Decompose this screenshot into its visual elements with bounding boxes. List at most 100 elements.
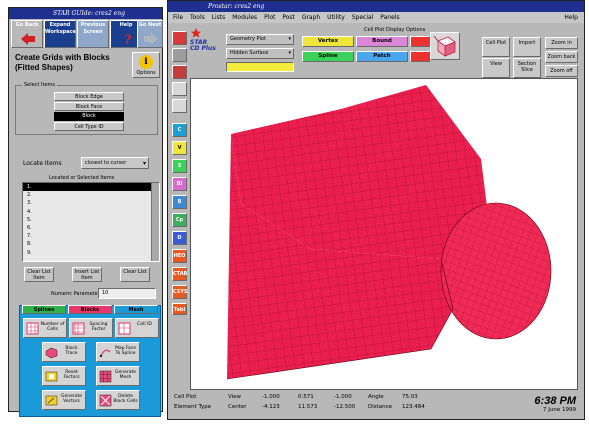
side-tool-2[interactable] <box>172 48 187 62</box>
expand-workspace-label: Expand Workspace <box>45 22 76 35</box>
menu-lists[interactable]: Lists <box>212 14 226 21</box>
block-trace-button[interactable]: Block Trace <box>42 342 86 362</box>
generate-mesh-button[interactable]: Generate Mesh <box>96 366 140 386</box>
located-items-list[interactable]: 1. 2. 3. 4. 5. 6. 7. 8. 9. <box>22 182 160 262</box>
side-tool-couple[interactable]: Cp <box>172 213 187 227</box>
side-tool-spline[interactable]: S <box>172 159 187 173</box>
side-tool-table[interactable]: Tabl <box>172 303 187 315</box>
list-item[interactable]: 7. <box>23 232 159 240</box>
select-item-cell-type-id[interactable]: Cell Type ID <box>54 122 124 131</box>
graphics-viewport[interactable] <box>190 78 578 390</box>
side-tool-heo[interactable]: HEO <box>172 249 187 263</box>
list-item[interactable]: 9. <box>23 249 159 257</box>
side-tool-d[interactable]: D <box>172 231 187 245</box>
select-items-legend: Select Items <box>22 82 58 88</box>
tab-mesh[interactable]: Mesh <box>114 305 158 314</box>
list-item[interactable]: 4. <box>23 208 159 216</box>
zoom-off-button[interactable]: Zoom off <box>545 65 578 77</box>
menu-tools[interactable]: Tools <box>190 14 205 21</box>
menu-graph[interactable]: Graph <box>302 14 320 21</box>
side-tool-5[interactable] <box>172 99 187 113</box>
zoom-back-button[interactable]: Zoom back <box>545 51 578 63</box>
map-face-to-spline-label: Map Face To Spline <box>114 346 137 356</box>
menu-help[interactable]: Help <box>564 12 578 23</box>
clear-list-item-button[interactable]: Clear List Item <box>24 267 54 282</box>
list-item[interactable]: 2. <box>23 191 159 199</box>
surface-mode-value: Hidden Surface <box>230 50 269 56</box>
side-tool-1[interactable] <box>172 31 187 45</box>
patch-button[interactable]: Patch <box>356 51 408 62</box>
side-tool-4[interactable] <box>172 82 187 96</box>
side-tool-ctab[interactable]: CTAB <box>172 267 187 281</box>
spline-button[interactable]: Spline <box>302 51 354 62</box>
side-tool-vertex[interactable]: V <box>172 141 187 155</box>
menu-file[interactable]: File <box>173 14 183 21</box>
block-button[interactable] <box>410 36 430 47</box>
map-face-to-spline-button[interactable]: Map Face To Spline <box>96 342 140 362</box>
locate-items-select[interactable]: closest to cursor ▾ <box>81 157 149 169</box>
zoom-in-button[interactable]: Zoom in <box>545 37 578 49</box>
side-tool-boundary[interactable]: B <box>172 195 187 209</box>
logo-line-2: CD Plus <box>190 45 216 52</box>
list-item[interactable]: 5. <box>23 216 159 224</box>
list-item[interactable]: 6. <box>23 224 159 232</box>
clear-list-button[interactable]: Clear List <box>120 267 150 282</box>
status-center-z: -12.500 <box>334 404 356 410</box>
side-toolbar: C V S Bl B Cp D HEO CTAB CSYS Tabl <box>170 31 188 315</box>
previous-screen-button[interactable]: Previous Screen <box>77 20 109 48</box>
list-item[interactable]: 1. <box>23 183 159 192</box>
star-guide-window: STAR GUIde: cres2 eng Go Back Expand Wor… <box>8 7 163 417</box>
insert-list-item-button[interactable]: Insert List Item <box>72 267 102 282</box>
menu-utility[interactable]: Utility <box>327 14 345 21</box>
side-tool-csys[interactable]: CSYS <box>172 285 188 299</box>
cells-grid-icon <box>26 322 39 335</box>
go-next-button[interactable]: Go Next <box>137 20 163 48</box>
bound-button[interactable]: Bound <box>356 36 408 47</box>
generate-vectors-button[interactable]: Generate Vectors <box>42 390 86 410</box>
bit-fac-button[interactable] <box>410 51 430 62</box>
cell-plot-button[interactable]: Cell Plot <box>482 37 510 57</box>
side-tool-block[interactable]: Bl <box>172 177 187 191</box>
locate-items-label: Locate Items <box>23 160 62 167</box>
menu-modules[interactable]: Modules <box>232 14 257 21</box>
go-back-button[interactable]: Go Back <box>11 20 43 48</box>
list-scrollbar[interactable] <box>151 183 159 261</box>
delete-block-cells-button[interactable]: Delete Block Cells <box>96 390 140 410</box>
arrow-right-icon <box>144 33 158 45</box>
plot-type-select[interactable]: Geometry Plot ▾ <box>226 34 294 45</box>
menu-panels[interactable]: Panels <box>380 14 399 21</box>
select-item-block[interactable]: Block <box>54 112 124 121</box>
side-tool-cells[interactable]: C <box>172 123 187 137</box>
menu-post[interactable]: Post <box>282 14 295 21</box>
view-button[interactable]: View <box>482 58 510 78</box>
spacing-factor-button[interactable]: Spacing Factor <box>69 318 113 338</box>
status-angle-label: Angle <box>368 394 384 400</box>
mesh-model[interactable] <box>191 79 578 390</box>
section-slice-button[interactable]: Section Slice <box>513 58 541 78</box>
chevron-down-icon: ▾ <box>288 36 291 42</box>
number-of-cells-button[interactable]: Number of Cells <box>23 318 67 338</box>
clock: 6:38 PM 7 June 1999 <box>534 395 576 413</box>
menu-special[interactable]: Special <box>352 14 374 21</box>
status-distance-label: Distance <box>368 404 393 410</box>
view-cube-button[interactable] <box>430 32 460 60</box>
side-tool-3[interactable] <box>172 65 187 79</box>
chevron-down-icon: ▾ <box>288 50 291 56</box>
options-button[interactable]: i Options <box>132 52 160 78</box>
select-item-block-edge[interactable]: Block Edge <box>54 92 124 101</box>
list-item[interactable]: 8. <box>23 240 159 248</box>
tab-blocks[interactable]: Blocks <box>68 305 112 314</box>
command-input[interactable] <box>226 62 294 72</box>
import-button[interactable]: Import <box>513 37 541 57</box>
menu-plot[interactable]: Plot <box>264 14 275 21</box>
select-item-block-face[interactable]: Block Face <box>54 102 124 111</box>
list-item[interactable]: 3. <box>23 199 159 207</box>
surface-mode-select[interactable]: Hidden Surface ▾ <box>226 48 294 59</box>
tab-splines[interactable]: Splines <box>22 305 66 314</box>
vertex-button[interactable]: Vertex <box>302 36 354 47</box>
numeric-parameter-input[interactable]: 10 <box>98 288 156 299</box>
expand-workspace-button[interactable]: Expand Workspace <box>44 20 76 48</box>
cell-id-button[interactable]: Cell ID <box>115 318 159 338</box>
right-window-title: Prostar: cres2 eng <box>208 3 265 10</box>
reset-factors-button[interactable]: Reset Factors <box>42 366 86 386</box>
